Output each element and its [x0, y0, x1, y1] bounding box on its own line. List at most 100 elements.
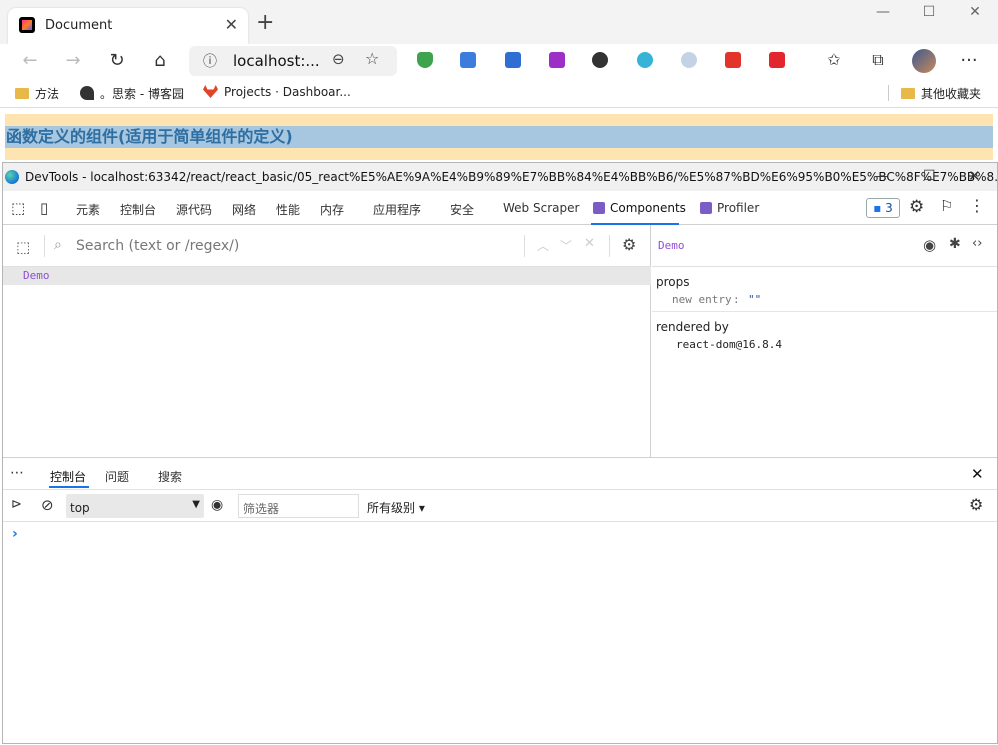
profile-avatar[interactable]: [912, 49, 936, 73]
maximize-button[interactable]: ☐: [906, 4, 952, 28]
live-expression-eye-icon[interactable]: ◉: [211, 497, 223, 513]
drawer-tab-search[interactable]: 搜索: [158, 468, 182, 485]
shield-extension-icon[interactable]: [417, 52, 433, 68]
add-favorite-icon[interactable]: ☆: [365, 49, 379, 68]
console-prompt[interactable]: ›: [12, 526, 18, 542]
close-drawer-icon[interactable]: ✕: [971, 465, 984, 483]
save-extension-icon[interactable]: [505, 52, 521, 68]
clear-console-icon[interactable]: ⊘: [41, 496, 54, 514]
rendered-by-label: rendered by: [656, 320, 729, 334]
search-extension-icon[interactable]: [681, 52, 697, 68]
selected-component-name: Demo: [658, 239, 685, 252]
context-selector[interactable]: top ▼: [66, 494, 204, 518]
view-source-icon[interactable]: ‹›: [972, 236, 982, 251]
console-filter-input[interactable]: 筛选器: [238, 494, 359, 518]
devtools-menu-icon[interactable]: ⋮: [969, 196, 985, 215]
home-icon[interactable]: ⌂: [148, 50, 172, 71]
log-levels-dropdown[interactable]: 所有级别 ▾: [367, 499, 425, 516]
component-name: Demo: [23, 269, 50, 282]
components-settings-icon[interactable]: ⚙: [622, 235, 636, 254]
url-text: localhost:...: [233, 52, 320, 70]
tab-components[interactable]: Components: [610, 201, 686, 215]
page-viewport: 函数定义的组件(适用于简单组件的定义): [0, 108, 998, 162]
bug-icon[interactable]: ✱: [949, 236, 961, 252]
close-tab-icon[interactable]: ✕: [225, 15, 238, 34]
devtools-tabbar: ⬚ ▯ 元素 控制台 源代码 网络 性能 内存 应用程序 安全 Web Scra…: [3, 191, 997, 225]
react-extension-icon[interactable]: [637, 52, 653, 68]
tab-elements[interactable]: 元素: [76, 201, 100, 218]
settings-gear-icon[interactable]: ⚙: [909, 197, 924, 217]
divider: [652, 311, 997, 312]
console-settings-icon[interactable]: ⚙: [969, 495, 983, 514]
bookmark-folder-1[interactable]: 方法: [15, 85, 59, 102]
select-element-icon[interactable]: ⬚: [16, 238, 30, 256]
inspect-element-icon[interactable]: ⬚: [11, 199, 25, 217]
refresh-icon[interactable]: ↻: [105, 50, 129, 71]
margin-highlight: [5, 114, 993, 126]
gitlab-icon: [203, 85, 218, 98]
address-bar[interactable]: ⓘ localhost:... ⊖ ☆: [189, 46, 397, 76]
bookmark-2[interactable]: 。思索 - 博客园: [80, 85, 184, 102]
prop-key[interactable]: new entry: [672, 293, 732, 306]
tab-console[interactable]: 控制台: [120, 201, 156, 218]
props-label: props: [656, 275, 690, 289]
dots-extension-icon[interactable]: [769, 52, 785, 68]
favorites-icon[interactable]: ✩: [822, 50, 846, 69]
dropdown-arrow-icon: ▼: [192, 499, 200, 510]
inspector-header: Demo ◉ ✱ ‹›: [652, 225, 997, 267]
console-toolbar: ⊳ ⊘ top ▼ ◉ 筛选器 所有级别 ▾ ⚙: [3, 490, 997, 522]
device-toolbar-icon[interactable]: ▯: [40, 199, 48, 217]
close-window-button[interactable]: ✕: [952, 4, 998, 28]
minimize-button[interactable]: —: [860, 4, 906, 28]
info-icon[interactable]: ⓘ: [203, 51, 217, 71]
next-result-icon[interactable]: ﹀: [560, 237, 572, 254]
prop-value[interactable]: "": [748, 293, 761, 306]
drawer-menu-icon[interactable]: ⋯: [10, 465, 24, 481]
fe-extension-icon[interactable]: [725, 52, 741, 68]
bookmark-3[interactable]: Projects · Dashboar...: [203, 85, 351, 99]
bookmarks-divider: [888, 85, 889, 101]
feedback-icon[interactable]: ⚐: [940, 197, 953, 215]
previous-result-icon[interactable]: ︿: [537, 237, 549, 254]
tab-application[interactable]: 应用程序: [373, 201, 421, 218]
tab-memory[interactable]: 内存: [320, 201, 344, 218]
translate-extension-icon[interactable]: [460, 52, 476, 68]
tab-web-scraper[interactable]: Web Scraper: [503, 201, 579, 215]
drawer-tab-console[interactable]: 控制台: [50, 468, 86, 485]
message-icon: ▪: [873, 201, 882, 215]
drawer-tabbar: ⋯ 控制台 问题 搜索 ✕: [3, 458, 997, 490]
devtools-maximize-button[interactable]: ☐: [923, 168, 936, 184]
tab-title: Document: [45, 18, 113, 33]
forward-arrow-icon[interactable]: →: [61, 50, 85, 71]
components-panel: ⬚ ⌕ Search (text or /regex/) ︿ ﹀ ✕ ⚙ Dem…: [3, 225, 997, 457]
folder-icon: [901, 88, 915, 99]
devtools-close-button[interactable]: ✕: [968, 167, 981, 185]
collections-icon[interactable]: ⧉: [866, 50, 890, 70]
back-arrow-icon[interactable]: ←: [18, 50, 42, 71]
sidebar-toggle-icon[interactable]: ⊳: [11, 497, 22, 512]
incognito-extension-icon[interactable]: [592, 52, 608, 68]
tab-profiler[interactable]: Profiler: [717, 201, 759, 215]
component-search-input[interactable]: Search (text or /regex/): [76, 238, 239, 254]
browser-tab[interactable]: Document ✕: [8, 8, 248, 44]
new-tab-button[interactable]: +: [256, 12, 274, 34]
folder-icon: [15, 88, 29, 99]
other-favorites[interactable]: 其他收藏夹: [901, 85, 981, 102]
tab-network[interactable]: 网络: [232, 201, 256, 218]
margin-highlight: [5, 148, 993, 160]
clear-search-icon[interactable]: ✕: [584, 236, 595, 251]
eye-icon[interactable]: ◉: [923, 236, 936, 254]
zoom-icon[interactable]: ⊖: [332, 50, 345, 68]
tab-security[interactable]: 安全: [450, 201, 474, 218]
devtools-minimize-button[interactable]: —: [875, 169, 888, 184]
drawer-active-indicator: [49, 486, 89, 488]
rp-extension-icon[interactable]: [549, 52, 565, 68]
renderer-name: react-dom@16.8.4: [676, 338, 782, 351]
issues-badge[interactable]: ▪ 3: [866, 198, 900, 218]
component-inspector-pane: Demo ◉ ✱ ‹› props new entry : "" rendere…: [652, 225, 997, 457]
tab-sources[interactable]: 源代码: [176, 201, 212, 218]
tree-row-selected[interactable]: Demo: [3, 267, 651, 285]
tab-performance[interactable]: 性能: [276, 201, 300, 218]
drawer-tab-issues[interactable]: 问题: [105, 468, 129, 485]
more-menu-icon[interactable]: ···: [957, 50, 981, 71]
